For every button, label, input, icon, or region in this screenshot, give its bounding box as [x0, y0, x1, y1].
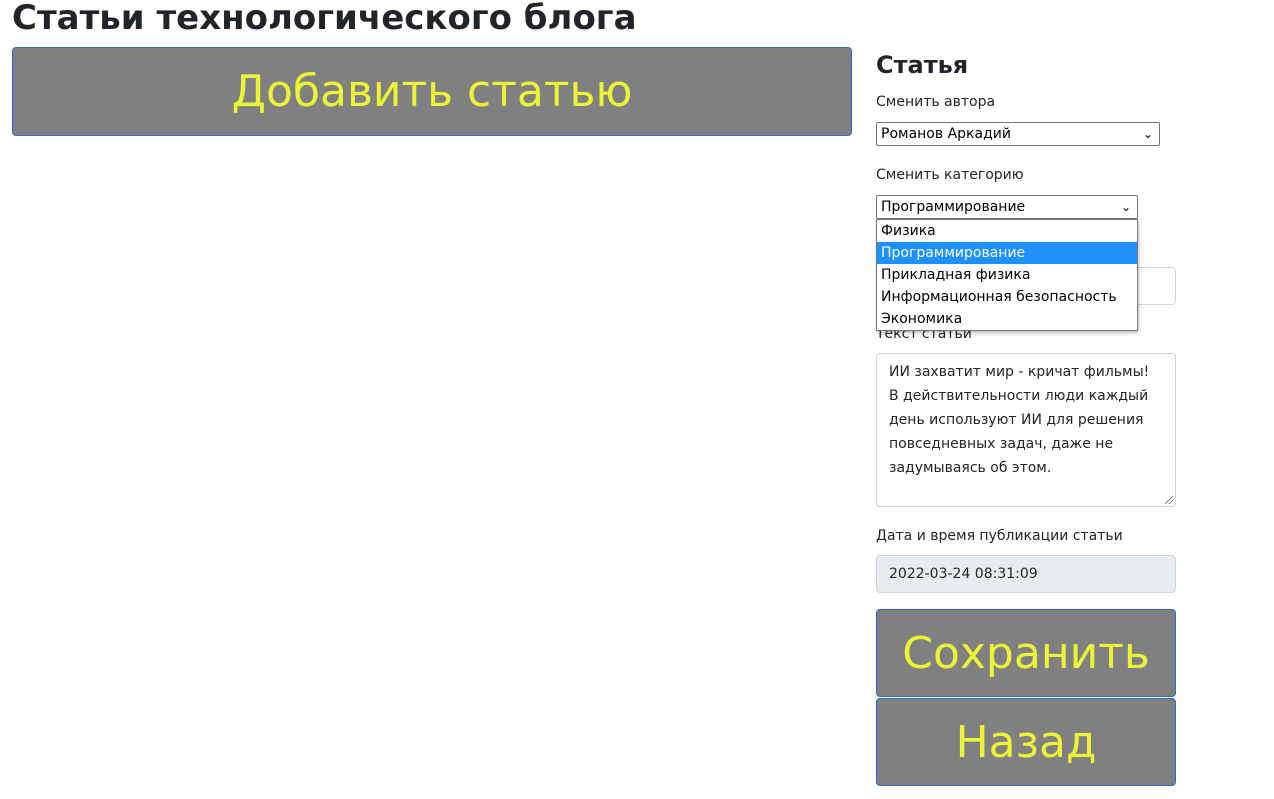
save-button[interactable]: Сохранить [876, 609, 1176, 697]
page-title: Статьи технологического блога [12, 0, 637, 38]
chevron-down-icon: ⌄ [1142, 127, 1153, 141]
category-option[interactable]: Информационная безопасность [877, 286, 1137, 308]
author-label: Сменить автора [876, 94, 996, 110]
author-select[interactable]: Романов Аркадий ⌄ [876, 122, 1160, 146]
category-option-selected[interactable]: Программирование [877, 242, 1137, 264]
category-select[interactable]: Программирование ⌄ [876, 195, 1138, 219]
category-select-value: Программирование [881, 199, 1026, 215]
article-text-area[interactable]: ИИ захватит мир - кричат фильмы! В дейст… [876, 353, 1176, 507]
article-text-value: ИИ захватит мир - кричат фильмы! В дейст… [889, 364, 1150, 476]
resize-grip-icon[interactable] [1165, 496, 1173, 504]
category-option[interactable]: Прикладная физика [877, 264, 1137, 286]
category-label: Сменить категорию [876, 167, 1024, 183]
add-article-button[interactable]: Добавить статью [12, 47, 852, 136]
publication-date-field: 2022-03-24 08:31:09 [876, 555, 1176, 593]
back-button[interactable]: Назад [876, 698, 1176, 786]
author-select-value: Романов Аркадий [881, 126, 1011, 142]
article-heading: Статья [876, 51, 969, 79]
category-option[interactable]: Экономика [877, 308, 1137, 330]
chevron-down-icon: ⌄ [1120, 200, 1131, 214]
category-dropdown-list: Физика Программирование Прикладная физик… [876, 219, 1138, 331]
date-label: Дата и время публикации статьи [876, 528, 1123, 544]
category-option[interactable]: Физика [877, 220, 1137, 242]
